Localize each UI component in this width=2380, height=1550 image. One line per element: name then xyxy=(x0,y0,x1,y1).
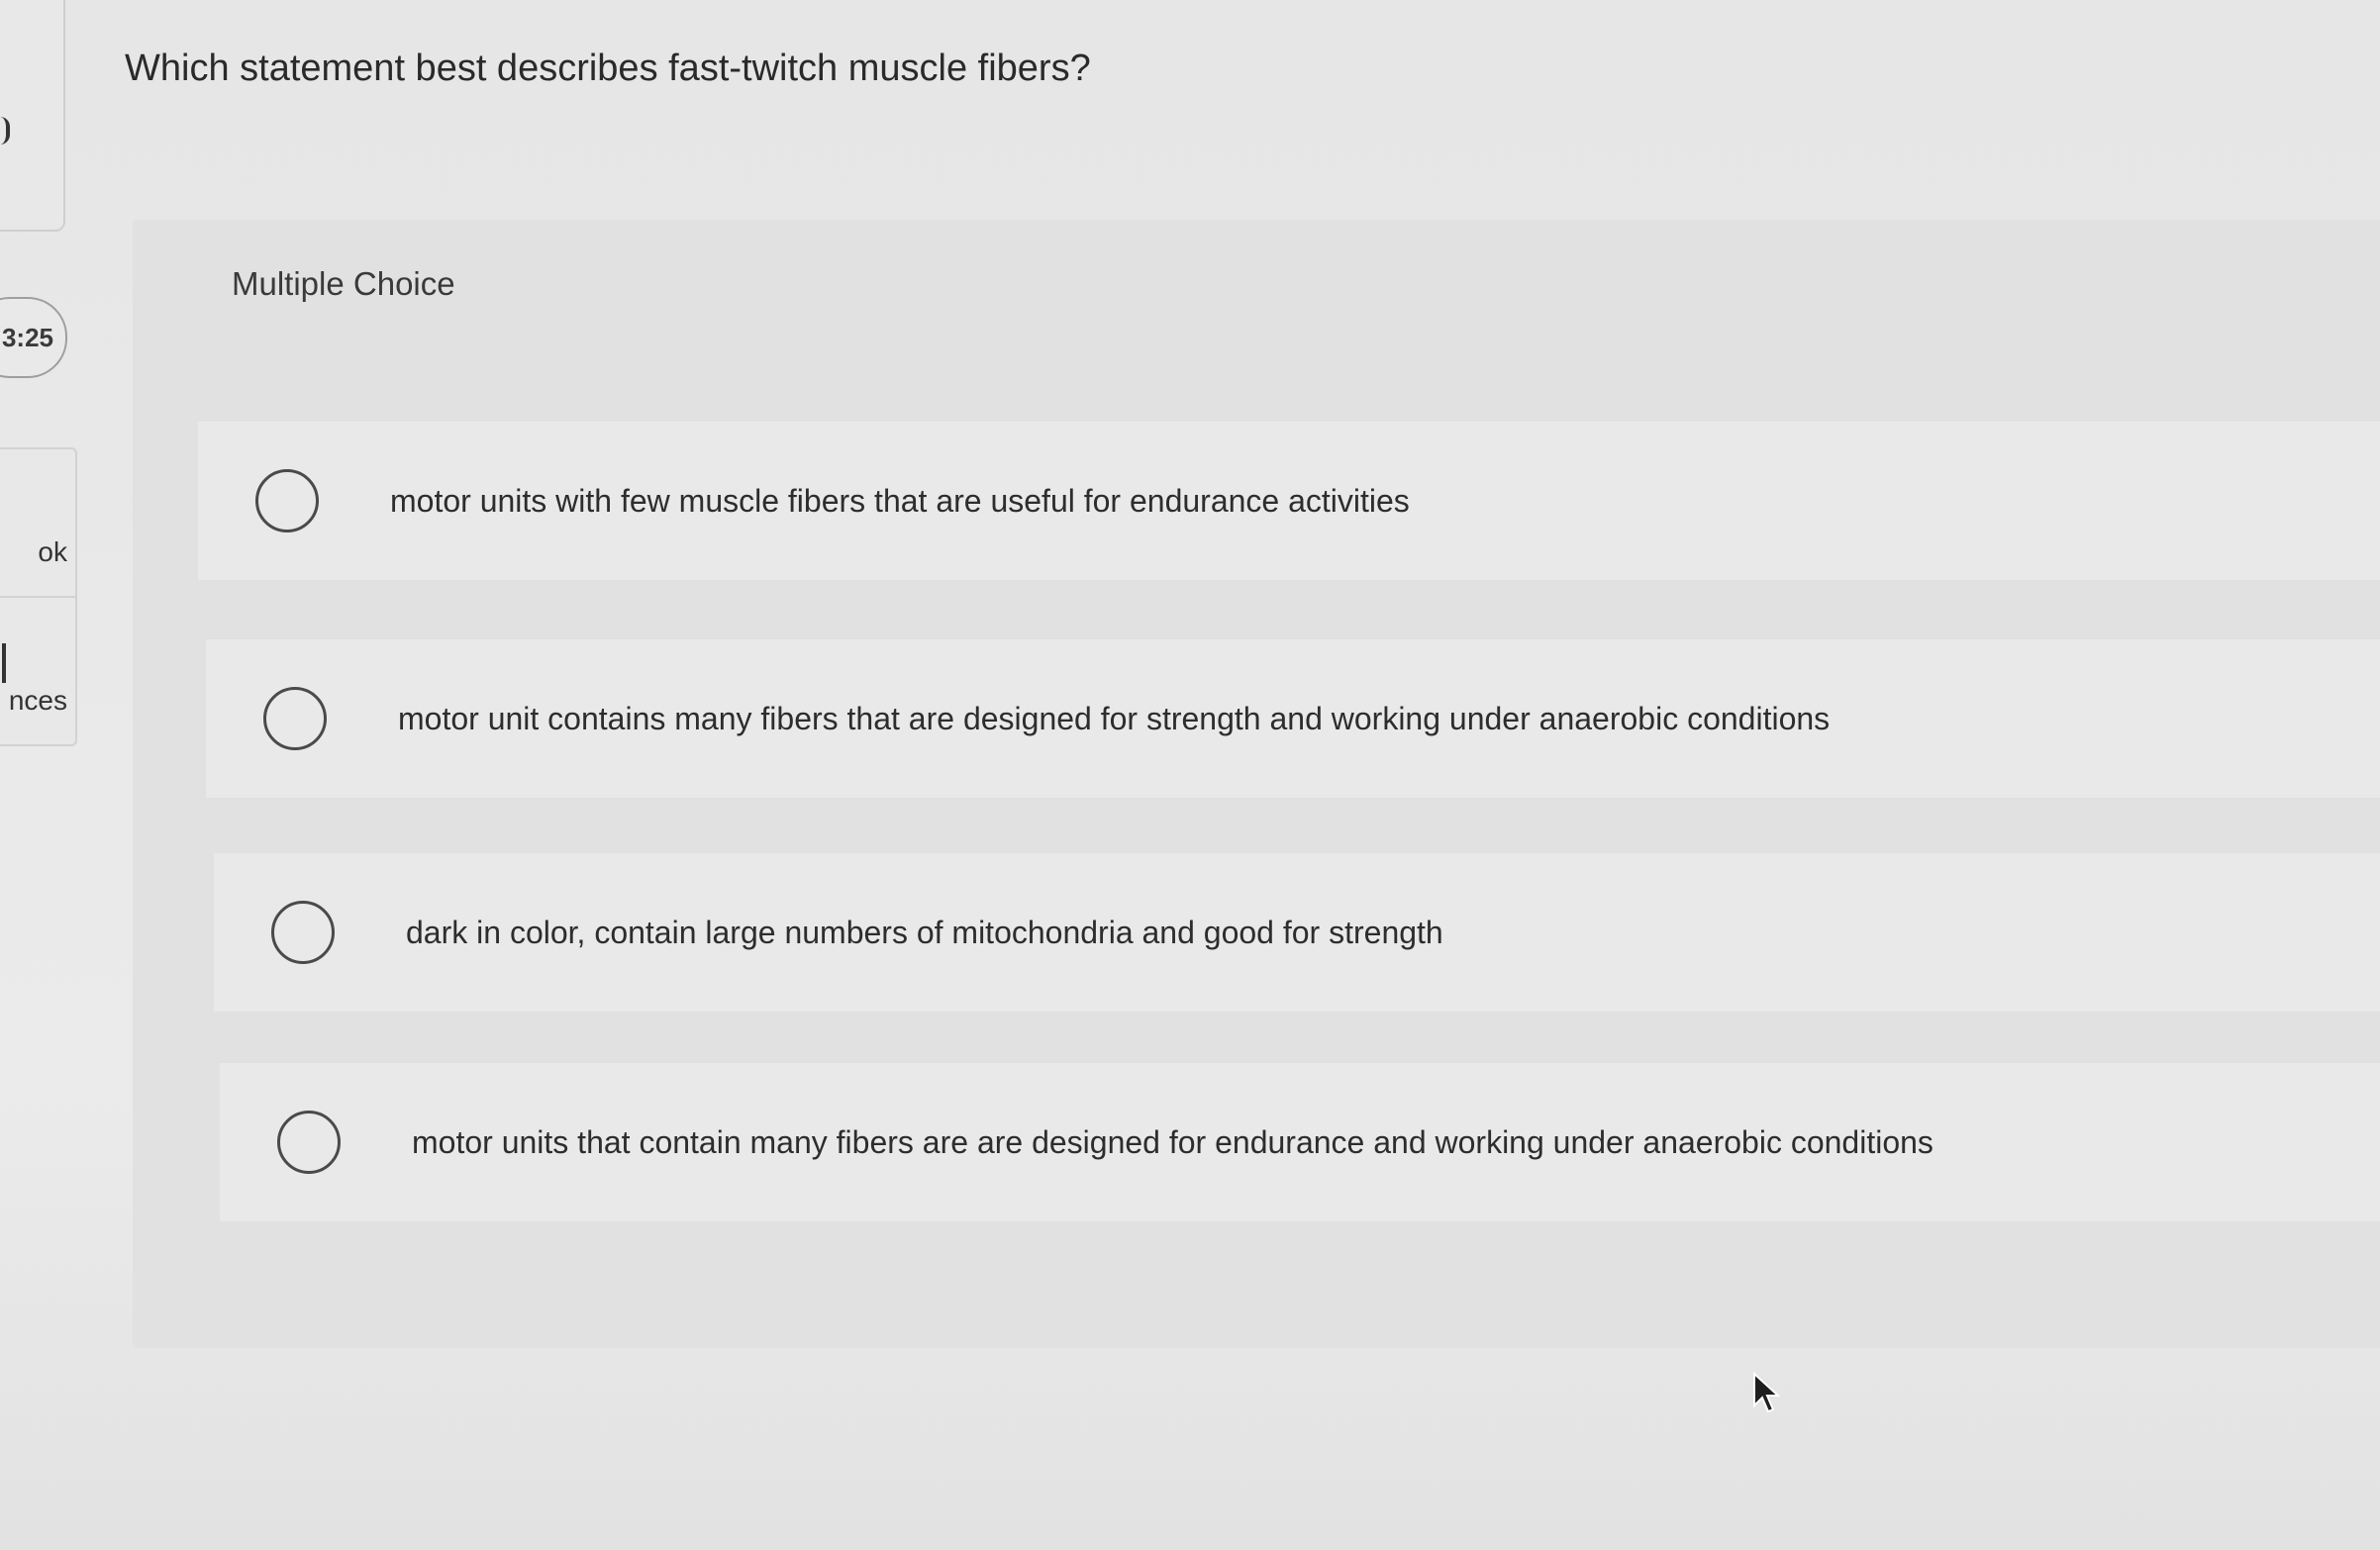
timer-badge: 3:25 xyxy=(0,297,67,378)
choice-label: dark in color, contain large numbers of … xyxy=(406,914,1443,950)
choice-label: motor units that contain many fibers are… xyxy=(412,1123,1934,1160)
radio-button[interactable] xyxy=(255,469,319,533)
timer-value: 3:25 xyxy=(1,322,53,352)
question-text: Which statement best describes fast-twit… xyxy=(125,48,1091,89)
choice-label: motor units with few muscle fibers that … xyxy=(390,482,1410,519)
sidebar-edge-mark xyxy=(0,117,10,145)
sidebar-item-ebook[interactable]: ok xyxy=(0,447,77,598)
question-type-label: Multiple Choice xyxy=(232,265,455,302)
mouse-pointer-icon xyxy=(1753,1372,1781,1413)
sidebar-item-label: ok xyxy=(38,536,67,567)
references-icon xyxy=(2,643,6,683)
choice-option-2[interactable]: motor unit contains many fibers that are… xyxy=(206,639,2380,798)
choice-option-3[interactable]: dark in color, contain large numbers of … xyxy=(214,853,2380,1012)
answer-panel: Multiple Choice motor units with few mus… xyxy=(133,220,2380,1348)
sidebar-item-label: nces xyxy=(8,685,67,716)
choice-label: motor unit contains many fibers that are… xyxy=(398,700,1831,736)
radio-button[interactable] xyxy=(271,901,335,964)
sidebar-item-references[interactable]: nces xyxy=(0,596,77,746)
radio-button[interactable] xyxy=(263,687,327,750)
choice-option-1[interactable]: motor units with few muscle fibers that … xyxy=(198,422,2380,580)
radio-button[interactable] xyxy=(277,1111,341,1174)
sidebar-top-panel xyxy=(0,0,65,232)
choice-option-4[interactable]: motor units that contain many fibers are… xyxy=(220,1063,2380,1221)
